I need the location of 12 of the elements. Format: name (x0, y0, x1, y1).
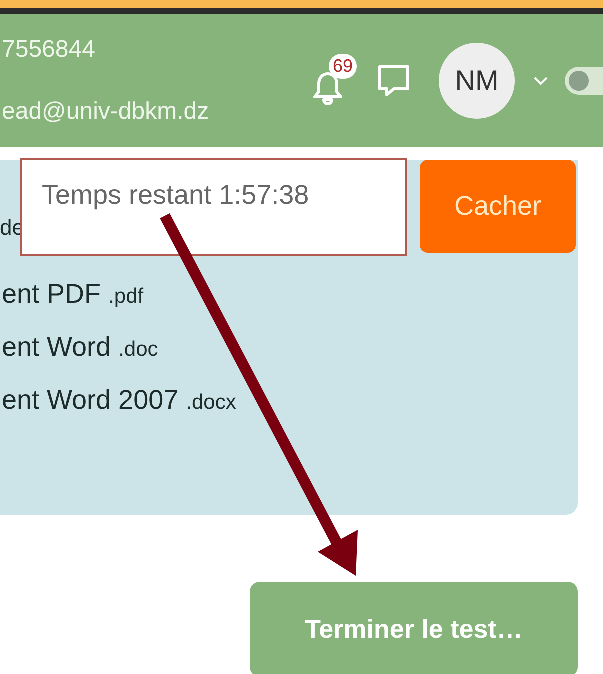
email-address: ead@univ-dbkm.dz (2, 98, 210, 126)
file-type-option: ent Word 2007 .docx (2, 385, 578, 438)
finish-test-button[interactable]: Terminer le test… (250, 582, 578, 674)
notification-badge: 69 (329, 54, 358, 78)
user-avatar[interactable]: NM (439, 42, 515, 118)
file-type-option: ent PDF .pdf (2, 279, 578, 332)
hide-button[interactable]: Cacher (420, 160, 576, 253)
chat-icon[interactable] (377, 62, 411, 98)
file-type-option: ent Word .doc (2, 332, 578, 385)
phone-number: 7556844 (2, 36, 96, 64)
chevron-icon[interactable] (533, 76, 549, 86)
timer-text: Temps restant 1:57:38 (20, 158, 407, 256)
